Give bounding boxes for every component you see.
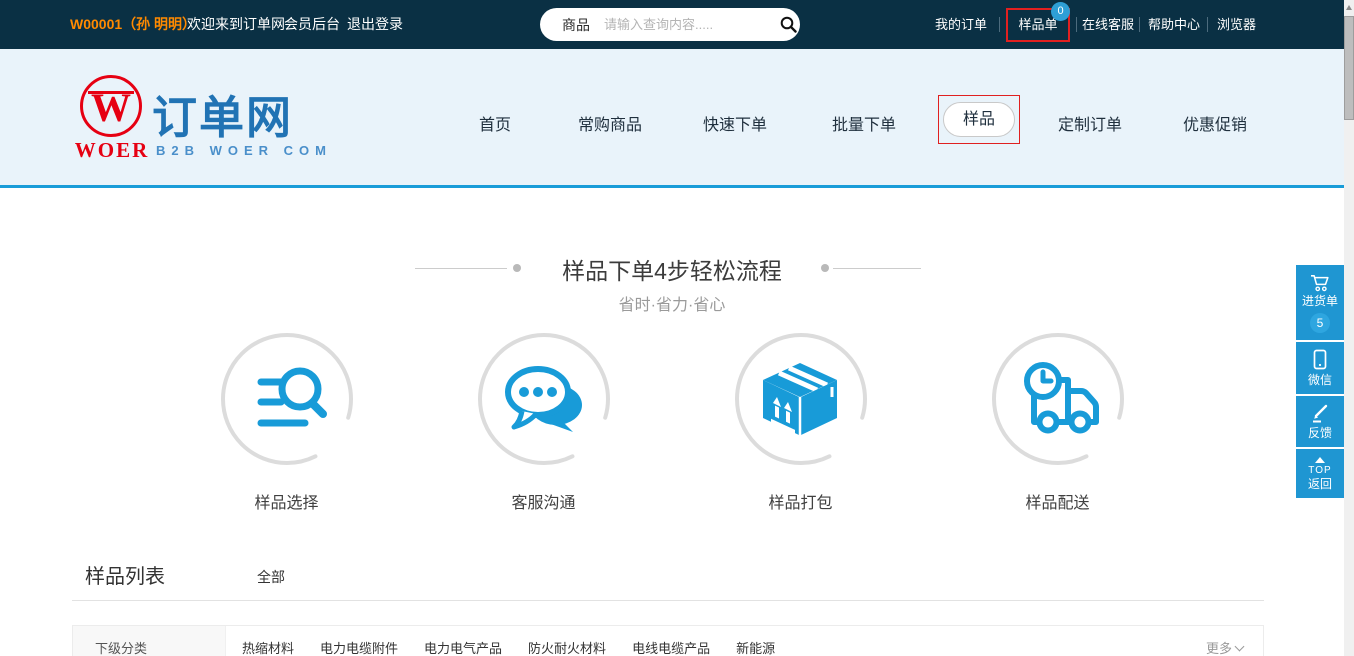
topbar: W00001（孙 明明） 欢迎来到订单网 会员后台 退出登录 商品 我的订单 样… <box>0 0 1354 49</box>
step-sample-select: 样品选择 <box>219 331 355 513</box>
nav-samples-highlight[interactable]: 样品 <box>938 95 1020 144</box>
up-arrow-icon <box>1315 457 1325 463</box>
search-category-select[interactable]: 商品 <box>562 15 590 35</box>
magnifier-icon[interactable] <box>780 16 797 33</box>
member-center-link[interactable]: 会员后台 <box>284 0 340 49</box>
nav-quick-order[interactable]: 快速下单 <box>703 111 767 135</box>
more-button[interactable]: 更多 <box>1206 626 1263 656</box>
nav-samples[interactable]: 样品 <box>943 102 1015 137</box>
help-center-link[interactable]: 帮助中心 <box>1148 0 1200 49</box>
back-label: 返回 <box>1296 476 1344 492</box>
step-service-chat: 客服沟通 <box>476 331 612 513</box>
process-title: 样品下单4步轻松流程 <box>0 252 1344 286</box>
sample-order-count-badge: 0 <box>1051 2 1070 21</box>
nav-bulk-order[interactable]: 批量下单 <box>832 111 896 135</box>
step-label: 样品选择 <box>254 489 318 513</box>
nav-frequent-goods[interactable]: 常购商品 <box>578 111 642 135</box>
purchase-list-button[interactable]: 进货单 5 <box>1296 265 1344 340</box>
search-input[interactable] <box>604 17 780 32</box>
process-steps: 样品选择 客服沟通 <box>0 331 1344 513</box>
filter-label: 下级分类 <box>73 626 226 656</box>
step-sample-delivery: 样品配送 <box>990 331 1126 513</box>
logo-brand: WOER <box>72 138 152 163</box>
sample-list-title: 样品列表 <box>85 560 165 589</box>
back-to-top-button[interactable]: TOP 返回 <box>1296 449 1344 498</box>
user-id: W00001（孙 明明） <box>70 0 196 49</box>
scroll-up-arrow-icon[interactable] <box>1346 5 1352 10</box>
divider <box>1139 17 1140 32</box>
site-tagline: B2B WOER COM <box>156 143 332 158</box>
step-sample-pack: 样品打包 <box>733 331 869 513</box>
category-power-electric-products[interactable]: 电力电气产品 <box>424 638 502 656</box>
my-orders-link[interactable]: 我的订单 <box>935 0 987 49</box>
site-header: W WOER 订单网 B2B WOER COM 首页 常购商品 快速下单 批量下… <box>0 49 1354 188</box>
step-label: 样品打包 <box>768 489 832 513</box>
category-new-energy[interactable]: 新能源 <box>736 638 775 656</box>
vertical-scrollbar[interactable] <box>1344 0 1354 656</box>
package-icon <box>733 331 869 467</box>
cart-count-badge: 5 <box>1310 313 1330 333</box>
feedback-button[interactable]: 反馈 <box>1296 396 1344 447</box>
category-power-cable-accessories[interactable]: 电力电缆附件 <box>320 638 398 656</box>
scrollbar-thumb[interactable] <box>1344 16 1354 120</box>
nav-home[interactable]: 首页 <box>479 111 511 135</box>
decor-dot-right <box>821 264 829 272</box>
site-name[interactable]: 订单网 <box>152 81 293 146</box>
logout-link[interactable]: 退出登录 <box>347 0 403 49</box>
wechat-button[interactable]: 微信 <box>1296 342 1344 394</box>
process-subtitle: 省时·省力·省心 <box>0 291 1344 315</box>
chevron-down-icon <box>1235 641 1245 651</box>
search-list-icon <box>219 331 355 467</box>
category-wire-cable-products[interactable]: 电线电缆产品 <box>632 638 710 656</box>
step-label: 样品配送 <box>1025 489 1089 513</box>
online-service-link[interactable]: 在线客服 <box>1082 0 1134 49</box>
nav-custom-order[interactable]: 定制订单 <box>1058 111 1122 135</box>
nav-promotions[interactable]: 优惠促销 <box>1183 111 1247 135</box>
category-heat-shrink[interactable]: 热缩材料 <box>242 638 294 656</box>
divider <box>72 600 1264 601</box>
woer-logo-icon[interactable]: W <box>80 75 142 137</box>
category-filter-panel: 下级分类 热缩材料 电力电缆附件 电力电气产品 防火耐火材料 电线电缆产品 新能… <box>72 625 1264 656</box>
step-label: 客服沟通 <box>511 489 575 513</box>
divider <box>999 17 1000 32</box>
welcome-text: 欢迎来到订单网 <box>187 0 285 49</box>
delivery-truck-icon <box>990 331 1126 467</box>
logo-monogram: W <box>83 86 139 130</box>
phone-icon <box>1312 349 1328 371</box>
pencil-icon <box>1310 403 1330 424</box>
purchase-list-label: 进货单 <box>1296 293 1344 309</box>
divider <box>1207 17 1208 32</box>
cart-icon <box>1309 274 1331 292</box>
search-bar: 商品 <box>540 8 800 41</box>
divider <box>1076 17 1077 32</box>
wechat-label: 微信 <box>1296 372 1344 388</box>
top-text: TOP <box>1296 465 1344 476</box>
decor-line-right <box>833 268 921 269</box>
feedback-label: 反馈 <box>1296 425 1344 441</box>
tab-all[interactable]: 全部 <box>257 567 285 587</box>
chat-icon <box>476 331 612 467</box>
browser-link[interactable]: 浏览器 <box>1217 0 1256 49</box>
category-fireproof-materials[interactable]: 防火耐火材料 <box>528 638 606 656</box>
side-toolbar: 进货单 5 微信 反馈 TOP 返回 <box>1296 265 1344 500</box>
